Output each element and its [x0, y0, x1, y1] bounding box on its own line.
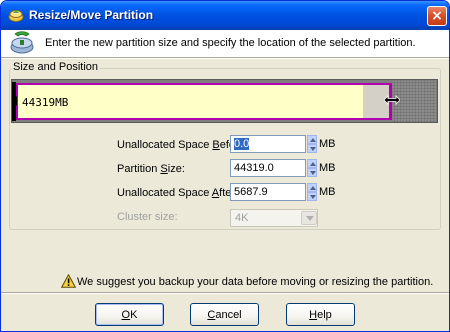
resize-move-dialog: Resize/Move Partition × Enter the new pa…	[0, 0, 450, 332]
size-spinner[interactable]	[307, 159, 317, 177]
spin-down-icon[interactable]	[307, 168, 317, 177]
size-unit: MB	[319, 162, 336, 174]
chevron-down-icon[interactable]	[301, 211, 317, 225]
after-label: Unallocated Space After:	[117, 187, 239, 199]
size-label: Partition Size:	[117, 163, 185, 175]
close-button[interactable]: ×	[427, 6, 447, 26]
warning-icon	[61, 274, 76, 288]
unallocated-after-input[interactable]: 5687.9	[230, 183, 306, 201]
spin-up-icon[interactable]	[307, 135, 317, 144]
spin-down-icon[interactable]	[307, 192, 317, 201]
spin-up-icon[interactable]	[307, 183, 317, 192]
cluster-size-select[interactable]: 4K	[230, 209, 318, 227]
partition-tool-icon	[10, 31, 34, 54]
spin-down-icon[interactable]	[307, 144, 317, 153]
ok-button[interactable]: OK	[95, 303, 164, 326]
close-icon: ×	[431, 8, 443, 24]
before-unit: MB	[319, 138, 336, 150]
cluster-size-label: Cluster size:	[117, 211, 178, 223]
unallocated-before-input[interactable]: 0.0	[230, 135, 306, 153]
spin-up-icon[interactable]	[307, 159, 317, 168]
title-bar[interactable]: Resize/Move Partition ×	[1, 1, 449, 30]
window-title: Resize/Move Partition	[29, 8, 154, 22]
after-spinner[interactable]	[307, 183, 317, 201]
group-title: Size and Position	[11, 61, 100, 73]
help-button[interactable]: Help	[286, 303, 355, 326]
header-instructions: Enter the new partition size and specify…	[45, 37, 416, 49]
backup-warning: We suggest you backup your data before m…	[77, 276, 434, 288]
after-unit: MB	[319, 186, 336, 198]
partition-map[interactable]: 44319MB	[11, 79, 438, 123]
partition-block[interactable]	[16, 83, 389, 120]
header-divider	[1, 57, 449, 59]
app-icon	[8, 10, 24, 22]
partition-size-input[interactable]: 44319.0	[230, 159, 306, 177]
resize-cursor-icon	[384, 95, 400, 105]
before-label: Unallocated Space Before:	[117, 139, 248, 151]
cancel-button[interactable]: Cancel	[190, 303, 259, 326]
partition-size-label: 44319MB	[22, 96, 69, 109]
before-spinner[interactable]	[307, 135, 317, 153]
cluster-size-value: 4K	[235, 212, 249, 224]
left-arrow-icon	[12, 96, 17, 106]
dialog-header: Enter the new partition size and specify…	[1, 30, 449, 57]
footer-divider	[1, 292, 449, 294]
